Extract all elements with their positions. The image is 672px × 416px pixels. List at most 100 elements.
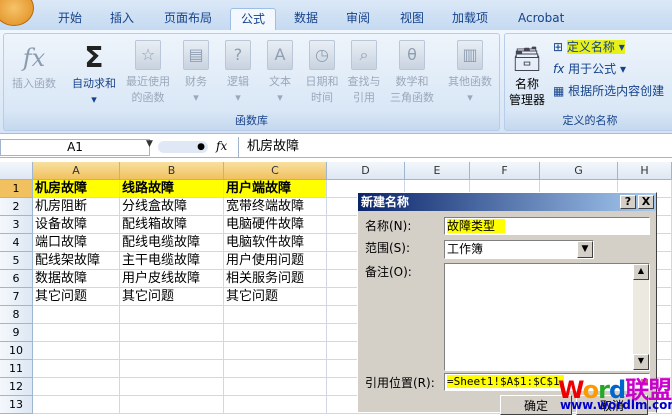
- splitter-handle[interactable]: ●: [158, 141, 208, 153]
- more-functions-button[interactable]: ▥ 其他函数 ▾: [444, 40, 496, 106]
- tab-page-layout[interactable]: 页面布局: [160, 8, 216, 30]
- tab-addins[interactable]: 加载项: [448, 8, 492, 30]
- cell-B13[interactable]: [120, 396, 224, 414]
- name-manager-button[interactable]: 🗃 名称 管理器: [507, 42, 547, 108]
- cell-B11[interactable]: [120, 360, 224, 378]
- text-button[interactable]: A 文本 ▾: [260, 40, 300, 106]
- cell-C7[interactable]: 其它问题: [224, 288, 327, 306]
- cell-B4[interactable]: 配线电缆故障: [120, 234, 224, 252]
- office-button[interactable]: [0, 0, 34, 26]
- cell-A10[interactable]: [33, 342, 120, 360]
- row-header-6[interactable]: 6: [0, 270, 33, 288]
- cell-C10[interactable]: [224, 342, 327, 360]
- cell-C4[interactable]: 电脑软件故障: [224, 234, 327, 252]
- cell-C12[interactable]: [224, 378, 327, 396]
- name-input[interactable]: 故障类型: [444, 217, 650, 235]
- cell-B6[interactable]: 用户皮线故障: [120, 270, 224, 288]
- insert-function-fx-icon[interactable]: fx: [216, 139, 227, 153]
- comment-textarea[interactable]: ▲ ▼: [444, 263, 650, 371]
- row-header-12[interactable]: 12: [0, 378, 33, 396]
- autosum-button[interactable]: Σ 自动求和 ▾: [68, 40, 120, 108]
- cell-A3[interactable]: 设备故障: [33, 216, 120, 234]
- cell-C5[interactable]: 用户使用问题: [224, 252, 327, 270]
- cell-A7[interactable]: 其它问题: [33, 288, 120, 306]
- cell-B1[interactable]: 线路故障: [120, 180, 224, 198]
- scroll-down-icon[interactable]: ▼: [633, 354, 649, 370]
- scroll-up-icon[interactable]: ▲: [633, 264, 649, 280]
- column-header-G[interactable]: G: [540, 162, 618, 180]
- cell-B9[interactable]: [120, 324, 224, 342]
- row-header-7[interactable]: 7: [0, 288, 33, 306]
- cell-C13[interactable]: [224, 396, 327, 414]
- cell-B3[interactable]: 配线箱故障: [120, 216, 224, 234]
- cell-B5[interactable]: 主干电缆故障: [120, 252, 224, 270]
- row-header-5[interactable]: 5: [0, 252, 33, 270]
- row-header-11[interactable]: 11: [0, 360, 33, 378]
- name-box[interactable]: A1: [0, 139, 150, 156]
- dialog-title: 新建名称: [358, 193, 656, 211]
- column-header-B[interactable]: B: [120, 162, 224, 180]
- tab-home[interactable]: 开始: [54, 8, 86, 30]
- cell-A2[interactable]: 机房阻断: [33, 198, 120, 216]
- cell-A6[interactable]: 数据故障: [33, 270, 120, 288]
- math-trig-button[interactable]: θ 数学和 三角函数: [386, 40, 438, 106]
- cell-A13[interactable]: [33, 396, 120, 414]
- name-box-dropdown-icon[interactable]: ▼: [146, 139, 153, 149]
- help-button[interactable]: ?: [620, 195, 636, 209]
- row-header-3[interactable]: 3: [0, 216, 33, 234]
- cell-A1[interactable]: 机房故障: [33, 180, 120, 198]
- logical-button[interactable]: ? 逻辑 ▾: [218, 40, 258, 106]
- tab-insert[interactable]: 插入: [106, 8, 138, 30]
- close-button[interactable]: X: [638, 195, 654, 209]
- row-header-1[interactable]: 1: [0, 180, 33, 198]
- financial-button[interactable]: ▤ 财务 ▾: [176, 40, 216, 106]
- column-header-F[interactable]: F: [470, 162, 540, 180]
- cell-A11[interactable]: [33, 360, 120, 378]
- cell-A9[interactable]: [33, 324, 120, 342]
- insert-function-button[interactable]: fx 插入函数: [6, 40, 62, 92]
- cell-C3[interactable]: 电脑硬件故障: [224, 216, 327, 234]
- row-header-13[interactable]: 13: [0, 396, 33, 414]
- column-header-C[interactable]: C: [224, 162, 327, 180]
- cell-C8[interactable]: [224, 306, 327, 324]
- tab-review[interactable]: 审阅: [342, 8, 374, 30]
- cell-A8[interactable]: [33, 306, 120, 324]
- column-header-D[interactable]: D: [327, 162, 405, 180]
- cell-C9[interactable]: [224, 324, 327, 342]
- row-header-2[interactable]: 2: [0, 198, 33, 216]
- dropdown-arrow-icon[interactable]: ▼: [577, 241, 593, 258]
- column-header-H[interactable]: H: [618, 162, 672, 180]
- row-header-4[interactable]: 4: [0, 234, 33, 252]
- tab-formulas[interactable]: 公式: [230, 8, 276, 30]
- cell-C1[interactable]: 用户端故障: [224, 180, 327, 198]
- cell-C2[interactable]: 宽带终端故障: [224, 198, 327, 216]
- use-in-formula-button[interactable]: fx 用于公式 ▾: [553, 60, 626, 78]
- cell-C6[interactable]: 相关服务问题: [224, 270, 327, 288]
- row-header-8[interactable]: 8: [0, 306, 33, 324]
- create-from-selection-button[interactable]: ▦ 根据所选内容创建: [553, 82, 664, 100]
- row-header-10[interactable]: 10: [0, 342, 33, 360]
- scrollbar[interactable]: ▲ ▼: [633, 264, 649, 370]
- cell-B12[interactable]: [120, 378, 224, 396]
- cell-B10[interactable]: [120, 342, 224, 360]
- cell-B2[interactable]: 分线盒故障: [120, 198, 224, 216]
- cell-A4[interactable]: 端口故障: [33, 234, 120, 252]
- column-header-E[interactable]: E: [405, 162, 470, 180]
- tab-data[interactable]: 数据: [290, 8, 322, 30]
- column-header-A[interactable]: A: [33, 162, 120, 180]
- lookup-reference-button[interactable]: ⌕ 查找与 引用: [344, 40, 384, 106]
- cell-B8[interactable]: [120, 306, 224, 324]
- cell-A12[interactable]: [33, 378, 120, 396]
- select-all-corner[interactable]: [0, 162, 33, 180]
- date-time-button[interactable]: ◷ 日期和 时间: [302, 40, 342, 106]
- cell-A5[interactable]: 配线架故障: [33, 252, 120, 270]
- tab-view[interactable]: 视图: [396, 8, 428, 30]
- recent-functions-button[interactable]: ☆ 最近使用 的函数: [122, 40, 174, 106]
- formula-input[interactable]: 机房故障: [238, 137, 672, 157]
- scope-select[interactable]: 工作簿 ▼: [444, 240, 594, 259]
- row-header-9[interactable]: 9: [0, 324, 33, 342]
- cell-B7[interactable]: 其它问题: [120, 288, 224, 306]
- cell-C11[interactable]: [224, 360, 327, 378]
- define-name-button[interactable]: ⊞ 定义名称 ▾: [553, 38, 625, 56]
- tab-acrobat[interactable]: Acrobat: [514, 8, 568, 30]
